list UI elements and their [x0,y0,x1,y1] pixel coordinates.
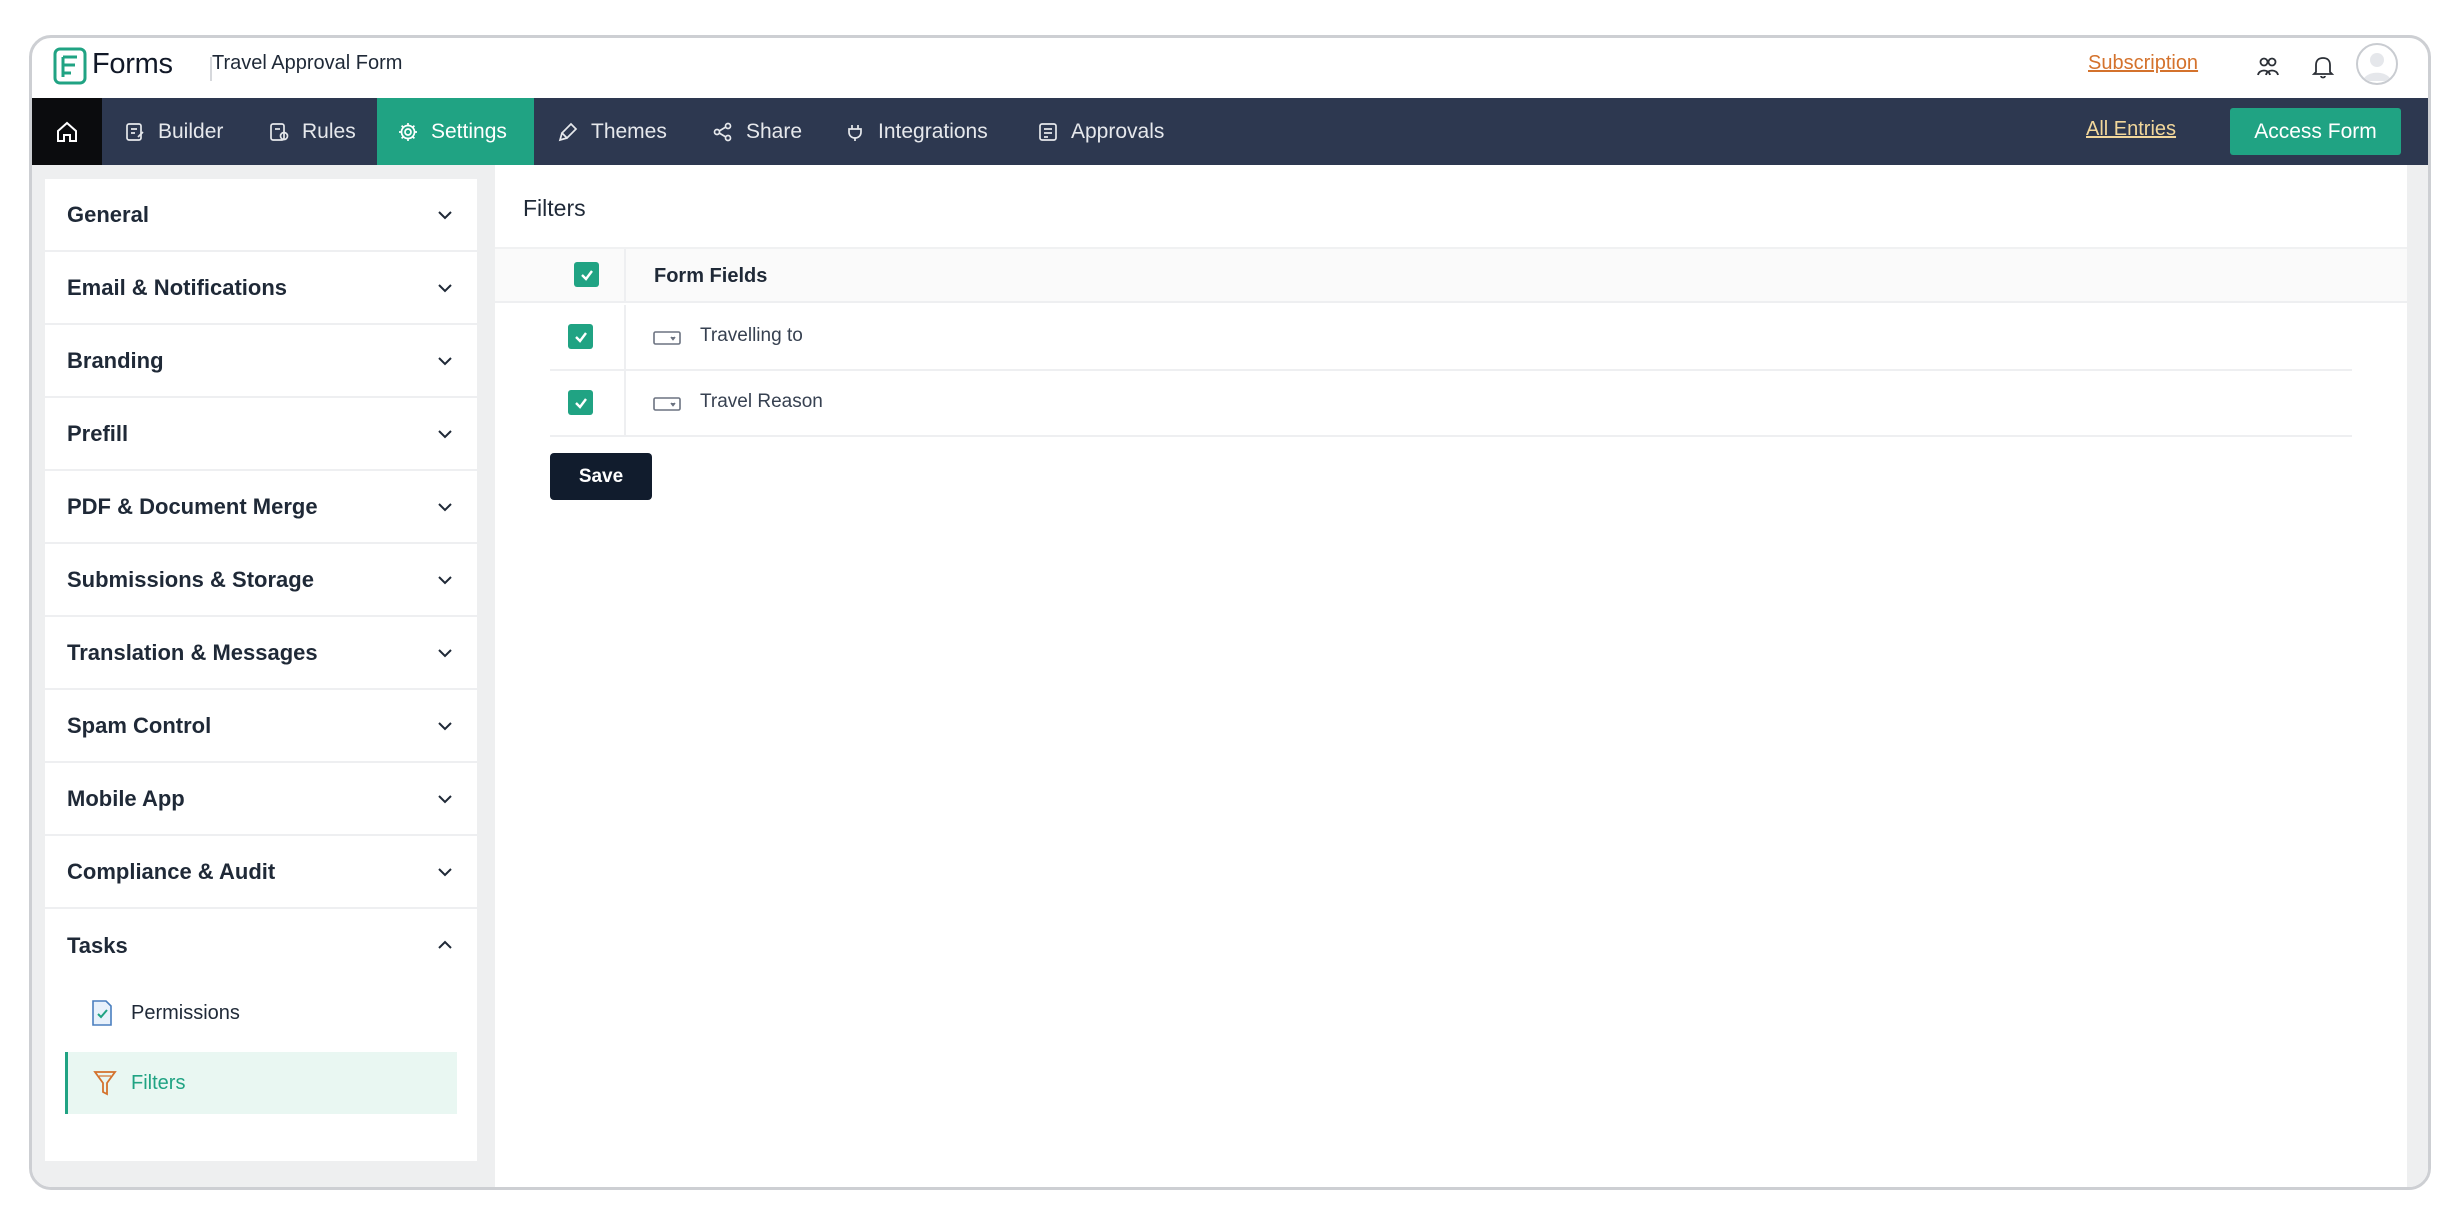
sidebar-section-label: Compliance & Audit [67,858,276,884]
nav-themes[interactable]: Themes [557,98,667,165]
sidebar-section-label: Submissions & Storage [67,566,314,592]
home-button[interactable] [32,98,102,165]
sidebar-section-general[interactable]: General [45,179,477,252]
nav-approvals-label: Approvals [1071,119,1165,143]
filters-panel: Filters Form Fields Travelling to Travel… [495,165,2407,1187]
page-title: Filters [523,195,586,221]
nav-settings[interactable]: Settings [377,98,534,165]
dropdown-field-icon [653,331,681,345]
brush-icon [558,122,578,141]
chevron-down-icon [438,430,452,439]
chevron-down-icon [438,357,452,366]
column-header-form-fields: Form Fields [654,265,768,287]
nav-settings-label: Settings [431,119,507,143]
filter-icon [93,1071,117,1096]
column-divider [624,249,626,303]
nav-rules[interactable]: Rules [268,98,356,165]
sidebar-section-spam-control[interactable]: Spam Control [45,690,477,763]
approvals-icon [1039,122,1057,141]
avatar[interactable] [2356,43,2398,85]
sidebar-section-label: Translation & Messages [67,639,318,665]
dropdown-field-icon [653,397,681,411]
chevron-up-icon [438,940,452,949]
nav-rules-label: Rules [302,119,356,143]
forms-logo-icon [53,47,87,85]
all-entries-link[interactable]: All Entries [2086,118,2176,141]
gear-icon [399,122,417,141]
nav-builder[interactable]: Builder [124,98,223,165]
share-icon [713,122,732,141]
rules-icon [270,122,289,141]
nav-share[interactable]: Share [712,98,802,165]
sidebar-section-compliance-audit[interactable]: Compliance & Audit [45,836,477,909]
chevron-down-icon [438,211,452,220]
home-icon [57,121,77,142]
nav-share-label: Share [746,119,803,143]
chevron-down-icon [438,576,452,585]
sidebar-section-label: Email & Notifications [67,274,288,300]
table-row: Travelling to [550,305,2352,371]
sidebar-section-translation-messages[interactable]: Translation & Messages [45,617,477,690]
column-divider [624,305,626,369]
nav-integrations[interactable]: Integrations [844,98,988,165]
row-checkbox[interactable] [568,324,593,349]
check-icon [580,269,593,281]
sidebar-section-label: Tasks [67,932,128,958]
select-all-checkbox[interactable] [574,262,599,287]
people-icon[interactable] [2251,50,2285,84]
column-divider [624,371,626,435]
sidebar-section-email-notifications[interactable]: Email & Notifications [45,252,477,325]
row-field-label: Travelling to [700,325,803,346]
sidebar-section-label: General [67,201,149,227]
sidebar-item-permissions[interactable]: Permissions [65,982,457,1044]
sidebar-section-branding[interactable]: Branding [45,325,477,398]
table-row: Travel Reason [550,371,2352,437]
nav-integrations-label: Integrations [878,119,988,143]
sidebar-section-label: Spam Control [67,712,212,738]
sidebar-section-label: Mobile App [67,785,185,811]
check-icon [574,397,587,409]
nav-approvals[interactable]: Approvals [1037,98,1164,165]
sidebar-section-submissions-storage[interactable]: Submissions & Storage [45,544,477,617]
sidebar-section-prefill[interactable]: Prefill [45,398,477,471]
sidebar-item-filters[interactable]: Filters [65,1052,457,1114]
chevron-down-icon [438,284,452,293]
settings-sidebar: General Email & Notifications Branding P… [45,179,477,1161]
chevron-down-icon [438,868,452,877]
plug-icon [848,124,862,141]
nav-themes-label: Themes [591,119,667,143]
sidebar-section-tasks[interactable]: Tasks [45,909,477,982]
sidebar-section-mobile-app[interactable]: Mobile App [45,763,477,836]
sidebar-section-label: Branding [67,347,164,373]
check-icon [574,331,587,343]
top-bar: Forms Travel Approval Form Subscription [32,38,2428,98]
permissions-icon [92,1000,112,1026]
workspace: General Email & Notifications Branding P… [32,165,2428,1187]
row-checkbox[interactable] [568,390,593,415]
chevron-down-icon [438,795,452,804]
chevron-down-icon [438,503,452,512]
subscription-link[interactable]: Subscription [2088,52,2198,75]
chevron-down-icon [438,649,452,658]
table-header: Form Fields [495,247,2407,303]
sidebar-item-label: Filters [131,1071,186,1094]
app-brand: Forms [92,48,173,80]
row-field-label: Travel Reason [700,391,823,412]
sidebar-section-label: Prefill [67,420,129,446]
nav-builder-label: Builder [158,119,224,143]
access-form-button[interactable]: Access Form [2230,108,2401,155]
builder-icon [126,122,144,141]
form-title-text: Travel Approval Form [212,52,403,74]
form-title: Travel Approval Form [212,52,582,75]
chevron-down-icon [438,722,452,731]
app-window: Forms Travel Approval Form Subscription [29,35,2431,1190]
main-navbar: Builder Rules Settings Themes Share Inte… [32,98,2428,165]
save-button[interactable]: Save [550,453,652,500]
sidebar-section-pdf-document-merge[interactable]: PDF & Document Merge [45,471,477,544]
sidebar-section-label: PDF & Document Merge [67,493,318,519]
sidebar-item-label: Permissions [131,1001,240,1024]
bell-icon[interactable] [2306,50,2340,84]
